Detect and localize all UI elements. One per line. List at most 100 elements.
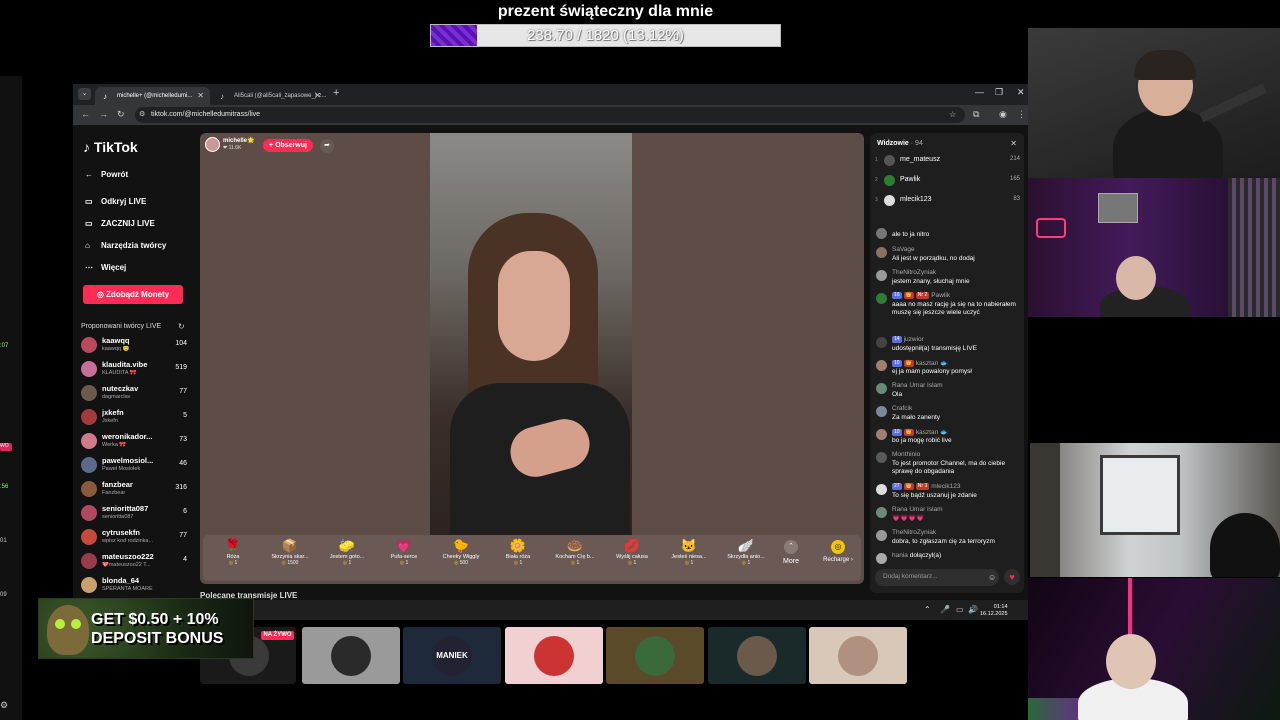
camera-icon: ▭ [85, 219, 93, 228]
tab-ali5cali[interactable]: ♪ Ali5cali (@ali5cali_zapasowe_) z... ✕ [212, 87, 327, 105]
creator-item[interactable]: jxkefn Jxkefn 5 [81, 407, 191, 429]
tiktok-logo[interactable]: ♪ TikTok [83, 139, 138, 155]
share-icon[interactable]: ➦ [320, 139, 334, 153]
gift-item[interactable]: 🍩 Kocham Cię b... ◎ 1 [548, 538, 602, 578]
recharge-button[interactable]: ◎ Recharge › [818, 540, 858, 563]
new-tab-button[interactable]: + [333, 87, 339, 99]
clock[interactable]: 01:14 16.12.2025 [980, 604, 1008, 618]
recommended-live-thumbnail[interactable] [809, 627, 907, 684]
tab-michelle[interactable]: ♪ michelle+ (@michelledumi... ✕ [95, 87, 210, 105]
viewer-rank: 3 [875, 197, 878, 203]
avatar [876, 484, 887, 495]
avatar[interactable] [81, 529, 97, 545]
viewer-row[interactable]: 3 mlecik123 83 [874, 193, 1022, 209]
viewer-row[interactable]: 2 Pawlik 165 [874, 173, 1022, 189]
gift-price: ◎ 1 [605, 560, 659, 566]
sidebar-item-start-live[interactable]: ▭ ZACZNIJ LIVE [85, 219, 155, 228]
gift-item[interactable]: 🌼 Biała róża ◎ 1 [491, 538, 545, 578]
tab-search-button[interactable]: ⌄ [78, 88, 91, 100]
minimize-icon[interactable]: — [975, 87, 984, 97]
creator-item[interactable]: fanzbear Fanzbear 316 [81, 479, 191, 501]
more-gifts-button[interactable]: ⌃ More [777, 540, 805, 565]
avatar[interactable] [81, 337, 97, 353]
chat-username: juzwior [903, 336, 924, 344]
gift-item[interactable]: 🧽 Jestem goto... ◎ 1 [320, 538, 374, 578]
emoji-icon[interactable]: ☺ [988, 573, 996, 582]
close-window-icon[interactable]: ✕ [1017, 87, 1025, 98]
creator-name: weronikador... [102, 432, 153, 441]
casino-ad-banner[interactable]: GET $0.50 + 10% DEPOSIT BONUS [38, 598, 254, 659]
bookmark-star-icon[interactable]: ☆ [949, 110, 956, 119]
settings-icon[interactable]: ⚙ [0, 700, 8, 711]
maximize-icon[interactable]: ❐ [995, 87, 1003, 98]
menu-dots-icon[interactable]: ⋮ [1017, 109, 1026, 120]
back-arrow-icon[interactable]: ← [81, 109, 90, 119]
host-name[interactable]: michelle🌟 [223, 137, 254, 144]
creator-item[interactable]: senioritta087 senioritta087 6 [81, 503, 191, 525]
gift-item[interactable]: 🪽 Skrzydła anio... ◎ 1 [719, 538, 773, 578]
creator-item[interactable]: blonda_64 SPERANTA MOARE [81, 575, 191, 597]
avatar[interactable] [81, 409, 97, 425]
sidebar-item-more[interactable]: ⋯ Więcej [85, 263, 126, 272]
get-coins-button[interactable]: ◎ Zdobądź Monety [83, 285, 183, 304]
host-avatar[interactable] [205, 137, 220, 152]
creator-item[interactable]: weronikador... Werka 🎀 73 [81, 431, 191, 453]
avatar[interactable] [81, 577, 97, 593]
comment-input[interactable]: Dodaj komentarz... [875, 569, 999, 586]
microphone-icon[interactable]: 🎤 [940, 605, 950, 614]
close-tab-icon[interactable]: ✕ [314, 91, 321, 100]
avatar[interactable] [81, 361, 97, 377]
creator-item[interactable]: klaudita.vibe KLAUDITA 🎀 519 [81, 359, 191, 381]
gift-item[interactable]: 🐱 Jesteś niesa... ◎ 1 [662, 538, 716, 578]
heart-icon[interactable]: ♥ [1004, 569, 1020, 585]
network-icon[interactable]: ▭ [956, 605, 964, 614]
volume-icon[interactable]: 🔊 [968, 605, 978, 614]
avatar[interactable] [81, 553, 97, 569]
extensions-icon[interactable]: ⧉ [973, 109, 979, 120]
creator-item[interactable]: kaawqq kaawqq 😊 104 [81, 335, 191, 357]
site-info-icon[interactable]: ⚙ [139, 110, 145, 118]
sidebar-item-discover-live[interactable]: ▭ Odkryj LIVE [85, 197, 146, 206]
live-video[interactable] [430, 133, 632, 535]
viewer-score: 214 [1009, 156, 1020, 162]
creator-item[interactable]: mateuszoo222 💖mateuszoo22 T... 4 [81, 551, 191, 573]
avatar[interactable] [81, 505, 97, 521]
recommended-live-thumbnail[interactable] [302, 627, 400, 684]
recommended-live-thumbnail[interactable] [606, 627, 704, 684]
recommended-live-thumbnail[interactable]: MANIEK [403, 627, 501, 684]
gift-item[interactable]: 💋 Wyślij całusa ◎ 1 [605, 538, 659, 578]
viewers-title[interactable]: Widzowie · 94 [877, 140, 923, 147]
back-link[interactable]: ← Powrót [85, 170, 128, 179]
profile-icon[interactable]: ◉ [999, 109, 1007, 120]
gift-item[interactable]: 🌹 Róża ◎ 1 [206, 538, 260, 578]
address-bar[interactable]: ⚙ tiktok.com/@michelledumitrass/live ☆ [135, 107, 965, 123]
close-icon[interactable]: ✕ [1010, 139, 1017, 148]
gift-price-value: 1 [348, 560, 352, 566]
recommended-live-thumbnail[interactable] [708, 627, 806, 684]
avatar[interactable] [81, 481, 97, 497]
viewer-count: 4 [183, 556, 187, 563]
back-arrow-icon: ← [85, 170, 93, 179]
avatar[interactable] [81, 457, 97, 473]
creator-item[interactable]: pawelmosiol... Paweł Mosiołek 46 [81, 455, 191, 477]
gift-item[interactable]: 📦 Skrzynia skar... ◎ 1500 [263, 538, 317, 578]
avatar[interactable] [81, 433, 97, 449]
gift-price: ◎ 1 [548, 560, 602, 566]
recommended-live-thumbnail[interactable] [505, 627, 603, 684]
refresh-icon[interactable]: ↻ [178, 322, 185, 331]
reload-icon[interactable]: ↻ [117, 109, 125, 120]
close-tab-icon[interactable]: ✕ [197, 91, 204, 100]
creator-item[interactable]: cytrusekfn wpisz kod rodzinka... 77 [81, 527, 191, 549]
viewer-count: 519 [175, 364, 187, 371]
chat-username: Rana Umar Islam [892, 506, 943, 513]
sidebar-item-creator-tools[interactable]: ⌂ Narzędzia twórcy [85, 241, 166, 250]
gift-item[interactable]: 🐤 Cheeky Wiggly ◎ 500 [434, 538, 488, 578]
forward-arrow-icon[interactable]: → [99, 109, 108, 119]
avatar [884, 155, 895, 166]
avatar[interactable] [81, 385, 97, 401]
gift-item[interactable]: 💗 Pufa-serce ◎ 1 [377, 538, 431, 578]
creator-item[interactable]: nuteczkav dagmarclav 77 [81, 383, 191, 405]
viewer-row[interactable]: 1 me_mateusz 214 [874, 153, 1022, 169]
chevron-up-icon[interactable]: ⌃ [924, 605, 931, 614]
follow-button[interactable]: + Obserwuj [263, 139, 313, 152]
